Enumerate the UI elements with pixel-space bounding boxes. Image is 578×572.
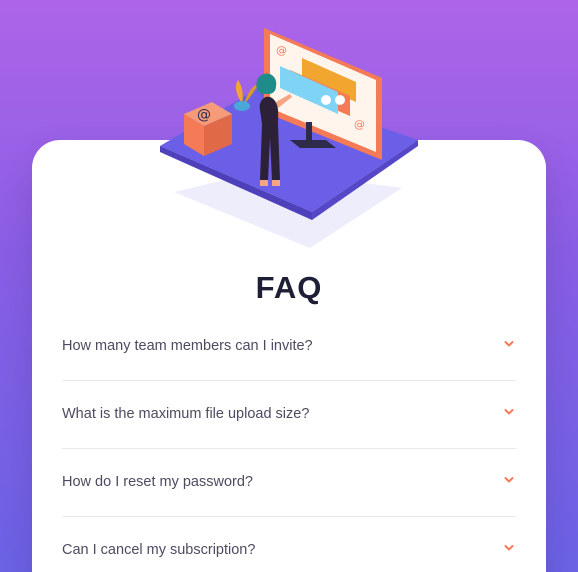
chevron-down-icon	[504, 545, 514, 551]
faq-question: How do I reset my password?	[62, 474, 253, 490]
faq-question: What is the maximum file upload size?	[62, 406, 310, 422]
faq-item[interactable]: Can I cancel my subscription?	[62, 517, 516, 572]
faq-item[interactable]: How do I reset my password?	[62, 449, 516, 517]
svg-text:@: @	[276, 44, 287, 57]
faq-question: Can I cancel my subscription?	[62, 542, 256, 558]
faq-list: How many team members can I invite? What…	[62, 313, 516, 572]
faq-item[interactable]: What is the maximum file upload size?	[62, 381, 516, 449]
chevron-down-icon	[504, 477, 514, 483]
faq-illustration: @ @ @	[160, 28, 418, 248]
faq-item[interactable]: How many team members can I invite?	[62, 313, 516, 381]
chevron-down-icon	[504, 409, 514, 415]
page-title: FAQ	[255, 270, 323, 305]
faq-question: How many team members can I invite?	[62, 338, 313, 354]
at-sign-icon: @	[197, 107, 211, 123]
chevron-down-icon	[504, 341, 514, 347]
svg-text:@: @	[354, 118, 365, 131]
